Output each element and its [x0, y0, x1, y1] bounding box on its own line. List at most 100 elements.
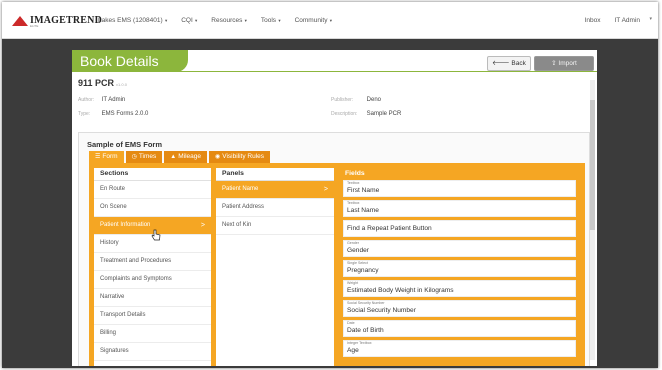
- author-value: IT Admin: [101, 97, 126, 103]
- form-tabs: ☰ Form ◷ Times ▲ Mileage ◉ Visibility Rules: [89, 151, 272, 163]
- tab-form[interactable]: ☰ Form: [89, 151, 124, 163]
- type-label: Type:: [78, 111, 91, 117]
- tab-mileage-label: Mileage: [178, 153, 201, 160]
- nav-cqi[interactable]: CQI ▾: [181, 17, 197, 24]
- field-item[interactable]: Find a Repeat Patient Button: [343, 220, 576, 237]
- road-icon: ▲: [170, 154, 177, 160]
- nav-cqi-label: CQI: [181, 17, 193, 24]
- author-label: Author:: [78, 97, 95, 103]
- form-builder: Sections En Route On Scene Patient Infor…: [89, 163, 585, 366]
- section-label: Treatment and Procedures: [100, 258, 172, 264]
- field-name: Pregnancy: [347, 267, 379, 274]
- field-item[interactable]: Single Select Pregnancy: [343, 260, 576, 277]
- sections-column: Sections En Route On Scene Patient Infor…: [94, 168, 211, 366]
- tab-visibility-rules[interactable]: ◉ Visibility Rules: [208, 151, 271, 163]
- section-item[interactable]: Transport Details: [94, 307, 211, 325]
- chevron-down-icon: ▾: [328, 18, 332, 23]
- main-nav: Lakes EMS (1208401) ▾ CQI ▾ Resources ▾ …: [98, 17, 346, 24]
- nav-community-label: Community: [294, 17, 328, 24]
- scrollbar-thumb[interactable]: [590, 100, 595, 230]
- book-version: v1.0.0: [116, 82, 127, 87]
- section-item[interactable]: Narrative: [94, 289, 211, 307]
- section-label: Billing: [100, 330, 117, 336]
- form-title: Sample of EMS Form: [87, 140, 163, 149]
- fields-column: Fields Textbox First Name Textbox Last Nam…: [339, 168, 580, 366]
- nav-agency[interactable]: Lakes EMS (1208401) ▾: [98, 17, 167, 24]
- logo-subtext: ELITE: [30, 24, 39, 28]
- nav-community[interactable]: Community ▾: [295, 17, 332, 24]
- panel-item[interactable]: Patient Address: [216, 199, 334, 217]
- section-label: En Route: [100, 186, 126, 192]
- imagetrend-logo[interactable]: IMAGETREND ELITE: [12, 15, 103, 28]
- section-item[interactable]: En Route: [94, 181, 211, 199]
- book-name: 911 PCR v1.0.0: [78, 78, 127, 88]
- section-item[interactable]: Complaints and Symptoms: [94, 271, 211, 289]
- chevron-down-icon: ▾: [193, 18, 198, 23]
- chevron-down-icon: ▾: [277, 18, 281, 23]
- section-item[interactable]: Billing: [94, 325, 211, 343]
- page-title: Book Details: [72, 50, 188, 72]
- section-item[interactable]: Treatment and Procedures: [94, 253, 211, 271]
- chevron-down-icon: ▾: [243, 18, 247, 23]
- section-item[interactable]: On Scene: [94, 199, 211, 217]
- field-item[interactable]: Textbox Last Name: [343, 200, 576, 217]
- tab-times[interactable]: ◷ Times: [125, 151, 163, 163]
- title-divider: [72, 71, 597, 72]
- logo-mark-icon: [12, 15, 28, 26]
- description-label: Description:: [331, 111, 358, 117]
- field-name: Estimated Body Weight in Kilograms: [347, 287, 454, 294]
- field-item[interactable]: Integer Textbox Age: [343, 340, 576, 357]
- tab-times-label: Times: [138, 153, 157, 160]
- tab-form-label: Form: [102, 153, 118, 160]
- field-name: First Name: [347, 187, 380, 194]
- book-details-page: Book Details 🡐 Back ⇪ Import 911 PCR v1.0…: [72, 50, 597, 366]
- panel-item-selected[interactable]: Patient Name >: [216, 181, 334, 199]
- panel-label: Patient Name: [222, 186, 259, 192]
- field-name: Last Name: [347, 207, 379, 214]
- publisher-value: Deno: [366, 97, 382, 103]
- field-item[interactable]: Date Date of Birth: [343, 320, 576, 337]
- page-scrollbar[interactable]: [590, 80, 595, 360]
- field-name: Date of Birth: [347, 327, 384, 334]
- chevron-down-icon[interactable]: ▾: [649, 16, 652, 22]
- field-item[interactable]: Weight Estimated Body Weight in Kilograms: [343, 280, 576, 297]
- panels-header: Panels: [216, 168, 334, 181]
- panel-label: Patient Address: [222, 204, 265, 210]
- field-name: Find a Repeat Patient Button: [347, 225, 432, 232]
- type-row: Type: EMS Forms 2.0.0: [78, 111, 148, 117]
- field-name: Gender: [347, 247, 369, 254]
- book-name-text: 911 PCR: [78, 78, 115, 88]
- back-button[interactable]: 🡐 Back: [487, 56, 531, 71]
- field-item[interactable]: Gender Gender: [343, 240, 576, 257]
- panels-column: Panels Patient Name > Patient Address Nex…: [216, 168, 334, 366]
- nav-tools[interactable]: Tools ▾: [261, 17, 281, 24]
- user-nav: Inbox IT Admin: [571, 17, 640, 24]
- nav-resources[interactable]: Resources ▾: [211, 17, 247, 24]
- section-label: History: [100, 240, 119, 246]
- nav-resources-label: Resources: [211, 17, 243, 24]
- sections-header: Sections: [94, 168, 211, 181]
- author-row: Author: IT Admin: [78, 97, 125, 103]
- chevron-down-icon: ▾: [163, 18, 168, 23]
- section-item[interactable]: Signatures: [94, 343, 211, 361]
- logo-text: IMAGETREND: [30, 15, 103, 26]
- tab-mileage[interactable]: ▲ Mileage: [164, 151, 207, 163]
- arrow-left-icon: 🡐: [492, 60, 512, 67]
- section-label: Transport Details: [100, 312, 146, 318]
- section-label: Narrative: [100, 294, 125, 300]
- description-value: Sample PCR: [366, 111, 402, 117]
- chevron-right-icon: >: [200, 222, 205, 229]
- field-item[interactable]: Textbox First Name: [343, 180, 576, 197]
- user-menu[interactable]: IT Admin: [614, 17, 640, 24]
- chevron-right-icon: >: [323, 186, 328, 193]
- field-item[interactable]: Social Security Number Social Security Nu…: [343, 300, 576, 317]
- eye-icon: ◉: [214, 154, 221, 160]
- import-button[interactable]: ⇪ Import: [534, 56, 594, 71]
- publisher-row: Publisher: Deno: [331, 97, 381, 103]
- import-button-label: Import: [558, 60, 577, 67]
- panel-label: Next of Kin: [222, 222, 252, 228]
- inbox-link[interactable]: Inbox: [585, 17, 601, 24]
- description-row: Description: Sample PCR: [331, 111, 401, 117]
- panel-item[interactable]: Next of Kin: [216, 217, 334, 235]
- publisher-label: Publisher:: [331, 97, 354, 103]
